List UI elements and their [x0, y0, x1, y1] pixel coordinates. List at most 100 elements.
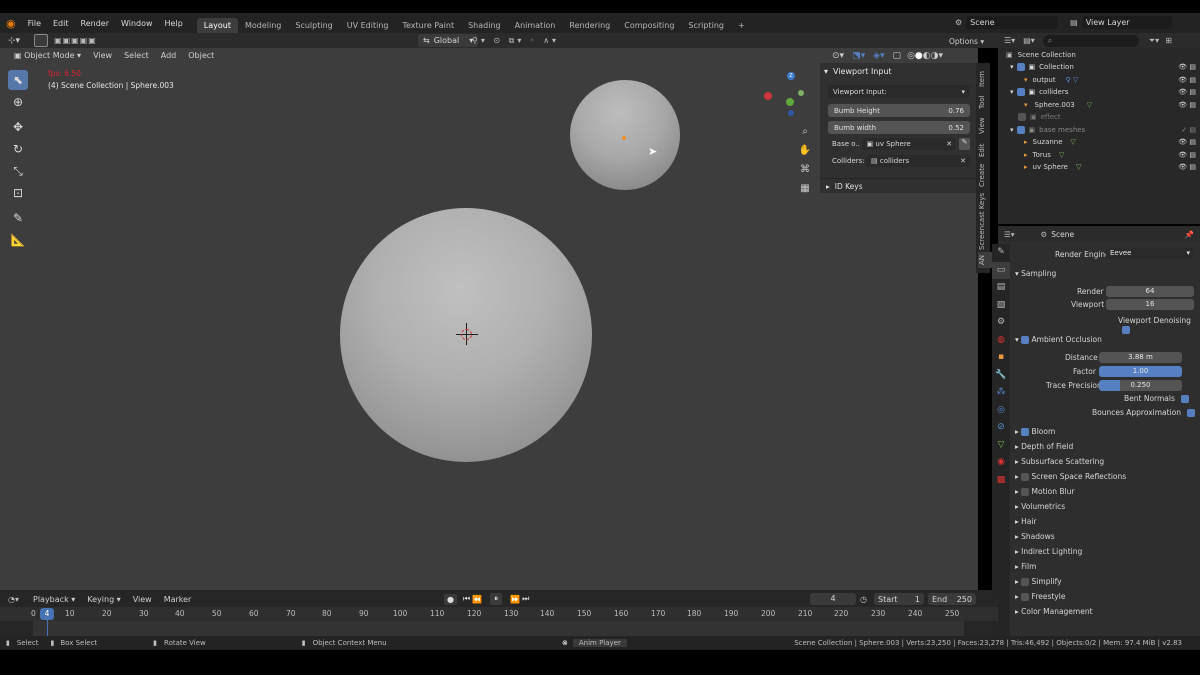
- select-box-tool-icon[interactable]: ⬉: [8, 70, 28, 90]
- outliner-item[interactable]: ▾ Sphere.003 ▽ 👁 ▤: [998, 99, 1200, 112]
- tab-modeling[interactable]: Modeling: [238, 18, 288, 33]
- timeline-menu-view[interactable]: View: [127, 595, 158, 604]
- scene-icon[interactable]: ⚙: [955, 18, 962, 27]
- hair-panel[interactable]: ▸ Hair: [1015, 517, 1037, 526]
- constraints-tab-icon[interactable]: ⊘: [992, 419, 1010, 437]
- sampling-panel-header[interactable]: ▾ Sampling: [1015, 269, 1056, 278]
- trace-precision-slider[interactable]: 0.250: [1099, 380, 1182, 391]
- view-layer-tab-icon[interactable]: ▧: [992, 297, 1010, 315]
- jump-end-icon[interactable]: ⏭: [522, 594, 529, 604]
- clock-icon[interactable]: ◷: [860, 595, 867, 604]
- next-key-icon[interactable]: ⏩: [510, 595, 520, 604]
- outliner-item[interactable]: ▾ output ⚲ ▽ 👁 ▤: [998, 74, 1200, 87]
- prev-key-icon[interactable]: ⏪: [472, 595, 482, 604]
- editor-type-icon[interactable]: ⊹▾: [8, 36, 20, 46]
- shadows-panel[interactable]: ▸ Shadows: [1015, 532, 1055, 541]
- tab-edit[interactable]: Edit: [978, 140, 992, 160]
- outliner-item[interactable]: ▾ ▣ colliders 👁 ▤: [998, 86, 1200, 99]
- depth-of-field-panel[interactable]: ▸ Depth of Field: [1015, 442, 1073, 451]
- tab-uv-editing[interactable]: UV Editing: [340, 18, 396, 33]
- viewport-menu-view[interactable]: View: [87, 51, 118, 60]
- playhead[interactable]: 4: [40, 608, 54, 620]
- tab-create[interactable]: Create: [978, 162, 992, 188]
- anim-player-indicator[interactable]: ⊗ Anim Player: [562, 639, 627, 647]
- data-tab-icon[interactable]: ▽: [992, 437, 1010, 455]
- mode-dropdown[interactable]: ▣ Object Mode ▾: [8, 51, 87, 60]
- factor-slider[interactable]: 1.00: [1099, 366, 1182, 377]
- visibility-icons[interactable]: 👁 ▤: [1178, 151, 1196, 159]
- cursor-tool-icon[interactable]: ⊕: [8, 92, 28, 112]
- tab-an[interactable]: AN: [978, 252, 992, 268]
- base-object-field[interactable]: ▣ uv Sphere ✕: [861, 138, 957, 150]
- distance-field[interactable]: 3.88 m: [1099, 352, 1182, 363]
- tab-scripting[interactable]: Scripting: [681, 18, 731, 33]
- viewport-denoising-checkbox[interactable]: Viewport Denoising: [1118, 316, 1200, 334]
- tab-animation[interactable]: Animation: [508, 18, 563, 33]
- scale-tool-icon[interactable]: ⤡: [8, 161, 28, 181]
- visibility-icons[interactable]: 👁 ▤: [1178, 76, 1196, 84]
- outliner-root[interactable]: ▣ Scene Collection: [998, 49, 1200, 62]
- eyedropper-icon[interactable]: ✎: [959, 138, 970, 150]
- subsurface-scattering-panel[interactable]: ▸ Subsurface Scattering: [1015, 457, 1104, 466]
- outliner-item[interactable]: ▾ ▣ Collection 👁 ▤: [998, 61, 1200, 74]
- close-icon[interactable]: ⊗: [562, 639, 568, 647]
- small-sphere[interactable]: [570, 80, 680, 190]
- outliner-search-input[interactable]: ⌕: [1042, 34, 1139, 47]
- menu-window[interactable]: Window: [115, 19, 159, 28]
- options-dropdown[interactable]: Options ▾: [945, 35, 989, 48]
- viewport-samples-field[interactable]: 16: [1106, 299, 1194, 310]
- screen-space-reflections-panel[interactable]: ▸ Screen Space Reflections: [1015, 472, 1126, 481]
- tab-texture-paint[interactable]: Texture Paint: [395, 18, 461, 33]
- render-tab-icon[interactable]: ▭: [992, 261, 1010, 279]
- transform-tool-icon[interactable]: ⊡: [8, 183, 28, 203]
- move-tool-icon[interactable]: ✥: [8, 117, 28, 137]
- xray-icon[interactable]: ▢: [893, 51, 902, 61]
- outliner-item[interactable]: ▣ effect: [998, 111, 1200, 124]
- hand-icon[interactable]: ✋: [798, 141, 812, 160]
- jump-start-icon[interactable]: ⏮: [463, 594, 470, 604]
- filter-icon[interactable]: ⏷▾: [1149, 36, 1159, 46]
- rotate-tool-icon[interactable]: ↻: [8, 139, 28, 159]
- tab-item[interactable]: Item: [978, 68, 992, 90]
- simplify-panel[interactable]: ▸ Simplify: [1015, 577, 1062, 586]
- display-mode-icon[interactable]: ▤▾: [1023, 36, 1035, 45]
- end-frame-field[interactable]: End 250: [928, 593, 976, 605]
- tab-compositing[interactable]: Compositing: [617, 18, 681, 33]
- timeline-editor-icon[interactable]: ◔▾: [8, 595, 19, 604]
- indirect-lighting-panel[interactable]: ▸ Indirect Lighting: [1015, 547, 1082, 556]
- view-layer-selector[interactable]: View Layer: [1081, 16, 1172, 29]
- freestyle-panel[interactable]: ▸ Freestyle: [1015, 592, 1065, 601]
- viewport-input-dropdown[interactable]: Viewport Input: ▾: [828, 85, 970, 98]
- pin-icon[interactable]: 📌: [1185, 230, 1194, 239]
- shading-modes[interactable]: ◎●◐◑▾: [907, 51, 943, 61]
- scene-tab-icon[interactable]: ⚙: [992, 314, 1010, 332]
- output-tab-icon[interactable]: ▤: [992, 279, 1010, 297]
- motion-blur-panel[interactable]: ▸ Motion Blur: [1015, 487, 1074, 496]
- world-tab-icon[interactable]: ◍: [992, 332, 1010, 350]
- viewport-menu-select[interactable]: Select: [118, 51, 155, 60]
- measure-tool-icon[interactable]: 📐: [8, 230, 28, 250]
- add-workspace-icon[interactable]: +: [731, 18, 752, 33]
- outliner-item[interactable]: ▸ Suzanne ▽ 👁 ▤: [998, 136, 1200, 149]
- tab-layout[interactable]: Layout: [196, 18, 238, 33]
- outliner-item[interactable]: ▸ uv Sphere ▽ 👁 ▤: [998, 161, 1200, 174]
- zoom-icon[interactable]: ⌕: [798, 122, 812, 141]
- menu-file[interactable]: File: [22, 19, 47, 28]
- tool-tab-icon[interactable]: ✎: [992, 244, 1010, 262]
- outliner-item[interactable]: ▾ ▣ base meshes ✓ ▤: [998, 124, 1200, 137]
- timeline-menu-playback[interactable]: Playback ▾: [27, 595, 81, 604]
- physics-tab-icon[interactable]: ◎: [992, 402, 1010, 420]
- visibility-icons[interactable]: 👁 ▤: [1178, 101, 1196, 109]
- bent-normals-checkbox[interactable]: Bent Normals: [1124, 394, 1190, 403]
- bounces-approximation-checkbox[interactable]: Bounces Approximation: [1092, 408, 1196, 417]
- tab-rendering[interactable]: Rendering: [562, 18, 617, 33]
- outliner-item[interactable]: ▸ Torus ▽ 👁 ▤: [998, 149, 1200, 162]
- menu-render[interactable]: Render: [75, 19, 115, 28]
- color-management-panel[interactable]: ▸ Color Management: [1015, 607, 1093, 616]
- texture-tab-icon[interactable]: ▩: [992, 472, 1010, 490]
- grid-icon[interactable]: ▦: [798, 179, 812, 198]
- timeline-menu-marker[interactable]: Marker: [158, 595, 198, 604]
- object-tab-icon[interactable]: ▪: [992, 349, 1010, 367]
- timeline-menu-keying[interactable]: Keying ▾: [81, 595, 126, 604]
- gizmo-icon[interactable]: ⬔▾: [852, 51, 865, 61]
